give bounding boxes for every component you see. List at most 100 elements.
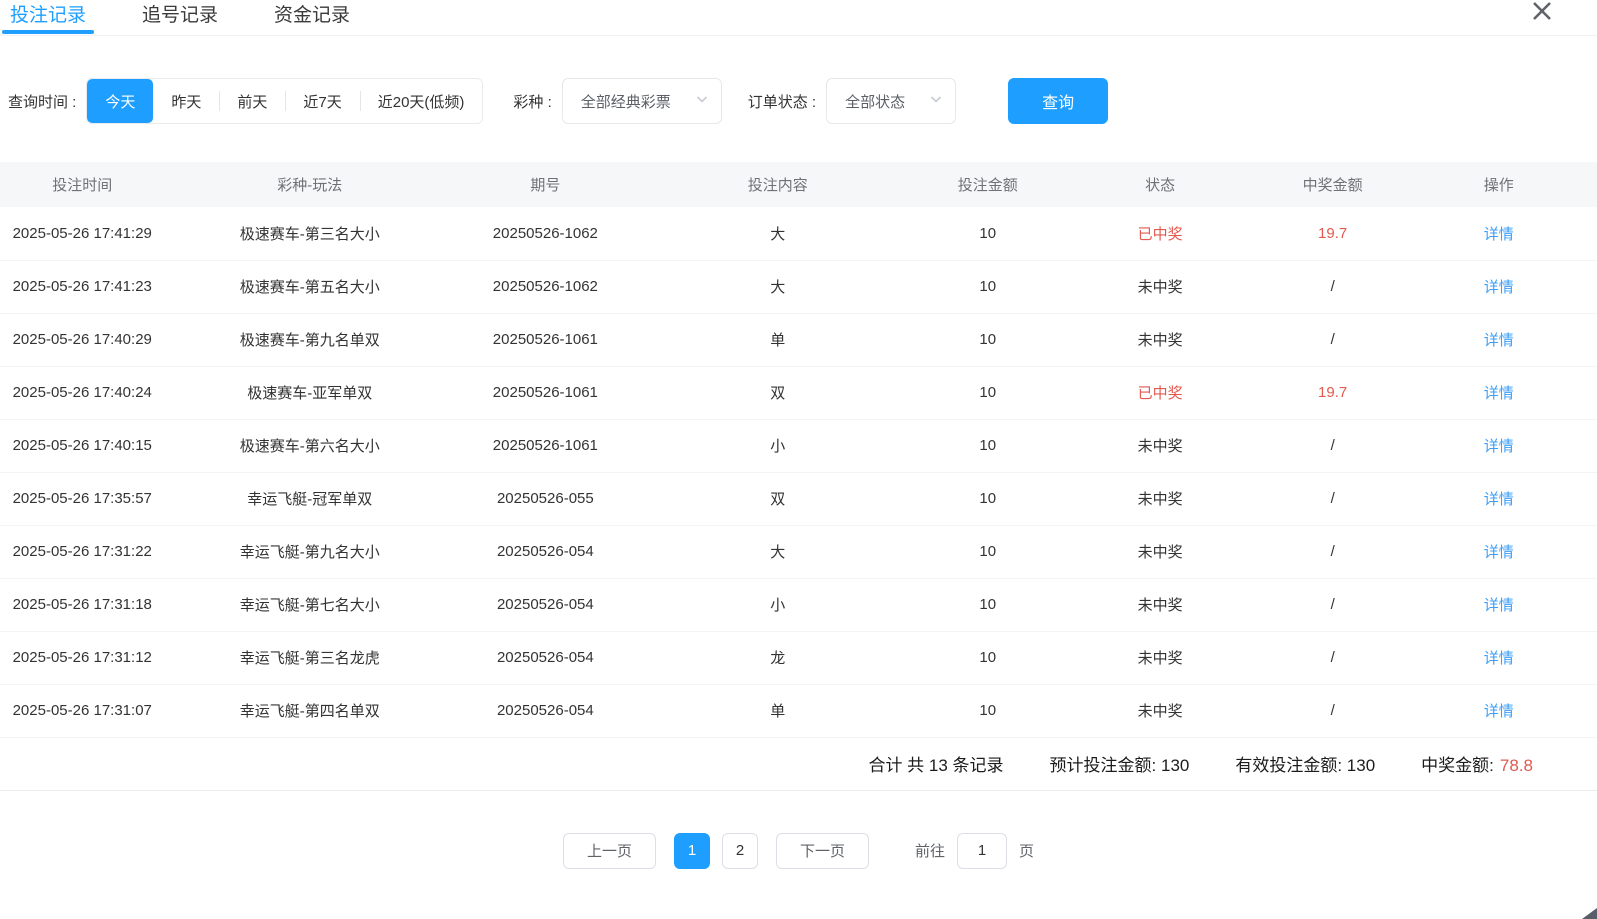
table-row: 2025-05-26 17:41:29 极速赛车-第三名大小 20250526-… bbox=[0, 207, 1597, 260]
tab-bet-records[interactable]: 投注记录 bbox=[10, 0, 86, 35]
time-option-last-7-days[interactable]: 近7天 bbox=[285, 79, 359, 123]
header-prize-amount: 中奖金额 bbox=[1265, 162, 1401, 207]
search-button[interactable]: 查询 bbox=[1008, 78, 1108, 124]
table-row: 2025-05-26 17:31:07 幸运飞艇-第四名单双 20250526-… bbox=[0, 684, 1597, 737]
issue-cell: 20250526-1062 bbox=[455, 207, 635, 260]
action-cell: 详情 bbox=[1401, 207, 1597, 260]
status-cell: 未中奖 bbox=[1056, 525, 1265, 578]
prev-page-button[interactable]: 上一页 bbox=[563, 833, 656, 869]
table-row: 2025-05-26 17:31:22 幸运飞艇-第九名大小 20250526-… bbox=[0, 525, 1597, 578]
detail-link[interactable]: 详情 bbox=[1484, 544, 1514, 561]
issue-cell: 20250526-1061 bbox=[455, 366, 635, 419]
header-issue: 期号 bbox=[455, 162, 635, 207]
prize-amount-cell: / bbox=[1265, 525, 1401, 578]
summary-prize-label: 中奖金额: bbox=[1421, 756, 1494, 775]
game-play-cell: 极速赛车-第三名大小 bbox=[164, 207, 455, 260]
lottery-select[interactable]: 全部经典彩票 bbox=[562, 78, 722, 124]
next-page-button[interactable]: 下一页 bbox=[776, 833, 869, 869]
detail-link[interactable]: 详情 bbox=[1484, 279, 1514, 296]
page-2-button[interactable]: 2 bbox=[722, 833, 758, 869]
summary-expected-amount: 预计投注金额: 130 bbox=[1050, 751, 1190, 776]
time-option-last-20-days[interactable]: 近20天(低频) bbox=[360, 79, 483, 123]
bet-content-cell: 单 bbox=[636, 684, 920, 737]
header-actions: 操作 bbox=[1401, 162, 1597, 207]
header-bet-amount: 投注金额 bbox=[920, 162, 1056, 207]
bet-amount-cell: 10 bbox=[920, 472, 1056, 525]
detail-link[interactable]: 详情 bbox=[1484, 491, 1514, 508]
time-option-day-before[interactable]: 前天 bbox=[219, 79, 285, 123]
time-range-group: 今天 昨天 前天 近7天 近20天(低频) bbox=[86, 78, 483, 124]
detail-link[interactable]: 详情 bbox=[1484, 703, 1514, 720]
bet-content-cell: 双 bbox=[636, 472, 920, 525]
status-cell: 未中奖 bbox=[1056, 578, 1265, 631]
issue-cell: 20250526-054 bbox=[455, 525, 635, 578]
status-cell: 未中奖 bbox=[1056, 684, 1265, 737]
game-play-cell: 极速赛车-亚军单双 bbox=[164, 366, 455, 419]
table-row: 2025-05-26 17:35:57 幸运飞艇-冠军单双 20250526-0… bbox=[0, 472, 1597, 525]
mouse-cursor-artifact bbox=[1582, 908, 1597, 919]
status-cell: 未中奖 bbox=[1056, 419, 1265, 472]
goto-label: 前往 bbox=[915, 840, 945, 861]
table-row: 2025-05-26 17:40:29 极速赛车-第九名单双 20250526-… bbox=[0, 313, 1597, 366]
issue-cell: 20250526-1062 bbox=[455, 260, 635, 313]
bet-content-cell: 大 bbox=[636, 207, 920, 260]
bet-amount-cell: 10 bbox=[920, 419, 1056, 472]
bet-amount-cell: 10 bbox=[920, 260, 1056, 313]
close-button[interactable] bbox=[1527, 0, 1557, 29]
status-cell: 未中奖 bbox=[1056, 260, 1265, 313]
game-play-cell: 极速赛车-第五名大小 bbox=[164, 260, 455, 313]
game-play-cell: 极速赛车-第六名大小 bbox=[164, 419, 455, 472]
time-filter-label: 查询时间 : bbox=[8, 91, 76, 112]
status-cell: 未中奖 bbox=[1056, 472, 1265, 525]
page-1-button[interactable]: 1 bbox=[674, 833, 710, 869]
time-option-yesterday[interactable]: 昨天 bbox=[153, 79, 219, 123]
bet-amount-cell: 10 bbox=[920, 684, 1056, 737]
tab-chase-records[interactable]: 追号记录 bbox=[142, 0, 218, 35]
bet-amount-cell: 10 bbox=[920, 366, 1056, 419]
tab-fund-records[interactable]: 资金记录 bbox=[274, 0, 350, 35]
game-play-cell: 幸运飞艇-第三名龙虎 bbox=[164, 631, 455, 684]
status-cell: 未中奖 bbox=[1056, 631, 1265, 684]
detail-link[interactable]: 详情 bbox=[1484, 385, 1514, 402]
bet-time-cell: 2025-05-26 17:31:07 bbox=[0, 684, 164, 737]
bet-time-cell: 2025-05-26 17:40:29 bbox=[0, 313, 164, 366]
detail-link[interactable]: 详情 bbox=[1484, 597, 1514, 614]
bet-amount-cell: 10 bbox=[920, 525, 1056, 578]
prize-amount-cell: / bbox=[1265, 260, 1401, 313]
order-status-filter-label: 订单状态 : bbox=[748, 91, 816, 112]
goto-page-input[interactable] bbox=[957, 833, 1007, 869]
status-cell: 未中奖 bbox=[1056, 313, 1265, 366]
table-row: 2025-05-26 17:41:23 极速赛车-第五名大小 20250526-… bbox=[0, 260, 1597, 313]
prize-amount-cell: / bbox=[1265, 472, 1401, 525]
detail-link[interactable]: 详情 bbox=[1484, 438, 1514, 455]
bet-amount-cell: 10 bbox=[920, 313, 1056, 366]
time-option-today[interactable]: 今天 bbox=[87, 79, 153, 123]
action-cell: 详情 bbox=[1401, 525, 1597, 578]
summary-prize-value: 78.8 bbox=[1500, 756, 1533, 775]
bet-time-cell: 2025-05-26 17:31:22 bbox=[0, 525, 164, 578]
bet-amount-cell: 10 bbox=[920, 631, 1056, 684]
action-cell: 详情 bbox=[1401, 366, 1597, 419]
bet-content-cell: 小 bbox=[636, 419, 920, 472]
detail-link[interactable]: 详情 bbox=[1484, 332, 1514, 349]
status-cell: 已中奖 bbox=[1056, 366, 1265, 419]
bet-amount-cell: 10 bbox=[920, 578, 1056, 631]
detail-link[interactable]: 详情 bbox=[1484, 650, 1514, 667]
game-play-cell: 幸运飞艇-第四名单双 bbox=[164, 684, 455, 737]
lottery-select-value: 全部经典彩票 bbox=[581, 91, 671, 112]
summary-total: 合计 共 13 条记录 bbox=[868, 751, 1003, 776]
header-bet-time: 投注时间 bbox=[0, 162, 164, 207]
header-bet-content: 投注内容 bbox=[636, 162, 920, 207]
chevron-down-icon bbox=[695, 92, 709, 111]
bet-time-cell: 2025-05-26 17:31:12 bbox=[0, 631, 164, 684]
order-status-select[interactable]: 全部状态 bbox=[826, 78, 956, 124]
filter-bar: 查询时间 : 今天 昨天 前天 近7天 近20天(低频) 彩种 : 全部经典彩票… bbox=[8, 78, 1597, 124]
header-status: 状态 bbox=[1056, 162, 1265, 207]
bet-content-cell: 单 bbox=[636, 313, 920, 366]
issue-cell: 20250526-055 bbox=[455, 472, 635, 525]
bet-time-cell: 2025-05-26 17:40:15 bbox=[0, 419, 164, 472]
issue-cell: 20250526-1061 bbox=[455, 313, 635, 366]
detail-link[interactable]: 详情 bbox=[1484, 226, 1514, 243]
summary-valid-amount: 有效投注金额: 130 bbox=[1235, 751, 1375, 776]
page-unit-label: 页 bbox=[1019, 840, 1034, 861]
